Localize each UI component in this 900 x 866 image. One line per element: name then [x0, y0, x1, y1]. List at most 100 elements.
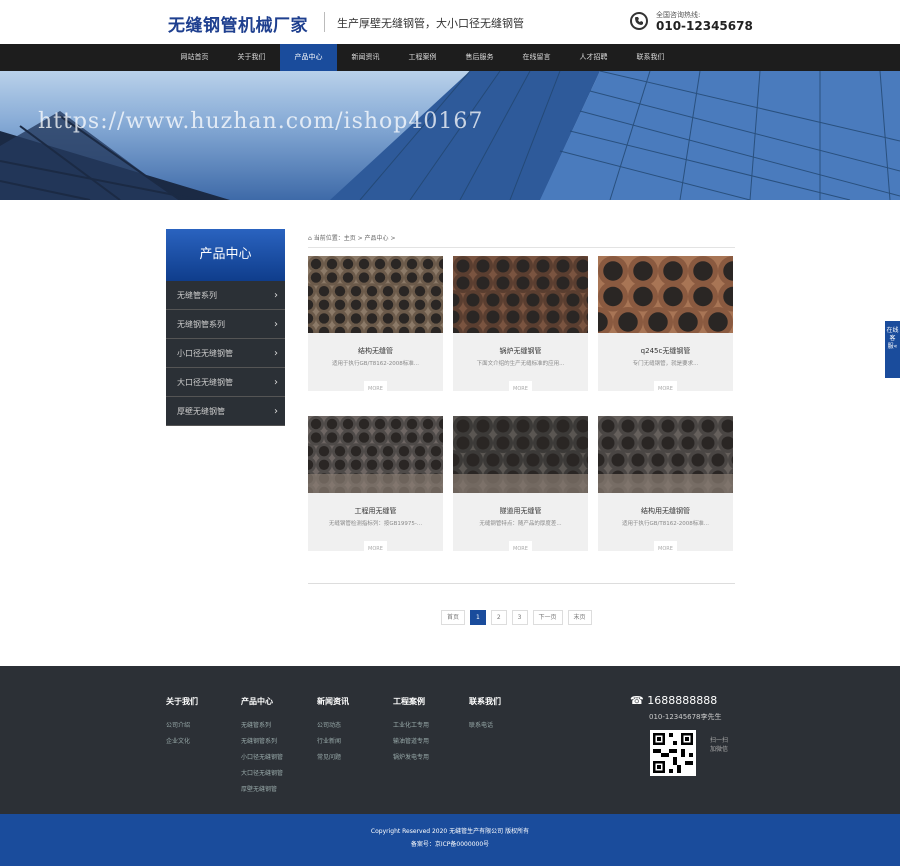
product-card[interactable]: 工程用无缝管无缝钢管检测指标列：按GB19975-... MORE: [308, 416, 443, 558]
footer-link[interactable]: 企业文化: [166, 736, 198, 745]
sidebar-item[interactable]: 厚壁无缝钢管 ›: [166, 397, 285, 426]
product-image[interactable]: [598, 416, 733, 493]
product-name[interactable]: 工程用无缝管: [308, 506, 443, 516]
footer-contact: 010-12345678李先生: [649, 713, 722, 721]
product-image[interactable]: [453, 416, 588, 493]
product-card[interactable]: q245c无缝钢管专门无缝钢管，就是要求... MORE: [598, 256, 733, 398]
product-desc: 专门无缝钢管，就是要求...: [632, 361, 699, 367]
product-card[interactable]: 结构无缝管适用于执行GB/T8162-2008标准... MORE: [308, 256, 443, 398]
pager-page[interactable]: 1: [470, 610, 486, 625]
product-name[interactable]: 隧道用无缝管: [453, 506, 588, 516]
nav-item[interactable]: 新闻资讯: [337, 44, 394, 71]
logo-title[interactable]: 无缝钢管机械厂家: [168, 11, 308, 36]
site-footer: 关于我们 公司介绍 企业文化 产品中心 无缝管系列 无缝钢管系列 小口径无缝钢管 大口径无缝钢…: [0, 666, 900, 814]
more-button[interactable]: MORE: [654, 381, 677, 398]
more-button[interactable]: MORE: [654, 541, 677, 558]
pager-next[interactable]: 下一页: [532, 610, 563, 625]
more-button[interactable]: MORE: [509, 541, 532, 558]
pagination: 首页 1 2 3 下一页 末页: [441, 610, 592, 625]
product-name[interactable]: q245c无缝钢管: [598, 346, 733, 356]
logo-divider: [324, 12, 325, 32]
sidebar-item[interactable]: 无缝钢管系列 ›: [166, 310, 285, 339]
list-divider: [308, 583, 735, 584]
product-desc: 适用于执行GB/T8162-2008标准...: [332, 361, 419, 367]
product-card[interactable]: 结构用无缝钢管适用于执行GB/T8162-2008标准... MORE: [598, 416, 733, 558]
nav-item[interactable]: 网站首页: [166, 44, 223, 71]
nav-item[interactable]: 联系我们: [622, 44, 679, 71]
footer-column: 新闻资讯公司动态行业新闻常见问题: [317, 696, 349, 768]
product-image[interactable]: [308, 416, 443, 493]
product-image[interactable]: [308, 256, 443, 333]
chevron-right-icon: ›: [274, 290, 278, 301]
product-name[interactable]: 结构无缝管: [308, 346, 443, 356]
pager-first[interactable]: 首页: [441, 610, 466, 625]
building-illustration: [0, 71, 900, 200]
product-card[interactable]: 隧道用无缝管 无缝钢管特点：随产品的厚度差... MORE: [453, 416, 588, 558]
product-card[interactable]: 锅炉无缝钢管 下面文介绍的生产无缝标准的应用... MORE: [453, 256, 588, 398]
footer-link[interactable]: 公司介绍: [166, 720, 198, 729]
main-content: 产品中心 无缝管系列 › 无缝钢管系列 › 小口径无缝钢管 › 大口径无缝钢管 › 厚壁无缝钢管…: [0, 200, 900, 666]
footer-column-title: 联系我们: [469, 697, 501, 706]
sidebar-item[interactable]: 无缝管系列 ›: [166, 281, 285, 310]
nav-item[interactable]: 产品中心: [280, 44, 337, 71]
footer-column: 联系我们 联系电话: [469, 696, 501, 736]
footer-column-title: 产品中心: [241, 697, 273, 706]
nav-item[interactable]: 人才招聘: [565, 44, 622, 71]
footer-link[interactable]: 行业新闻: [317, 736, 349, 745]
product-sidebar: 产品中心 无缝管系列 › 无缝钢管系列 › 小口径无缝钢管 › 大口径无缝钢管 › 厚壁无缝钢管…: [166, 229, 285, 426]
footer-phone: ☎ 1688888888: [630, 694, 718, 707]
product-desc: 适用于执行GB/T8162-2008标准...: [622, 521, 709, 527]
scan-wechat-text: 扫一扫 加微信: [710, 737, 729, 753]
more-button[interactable]: MORE: [509, 381, 532, 398]
footer-column: 工程案例工业化工专用 输油管道专用 锅炉发电专用: [393, 696, 429, 768]
sidebar-item[interactable]: 小口径无缝钢管 ›: [166, 339, 285, 368]
pager-page[interactable]: 3: [511, 610, 528, 625]
footer-column-title: 工程案例: [393, 697, 425, 706]
nav-item[interactable]: 在线留言: [508, 44, 565, 71]
footer-link[interactable]: 小口径无缝钢管: [241, 752, 283, 761]
copyright-bar: Copyright Reserved 2020 无缝管生产有限公司 版权所有 备…: [0, 814, 900, 866]
nav-item[interactable]: 工程案例: [394, 44, 451, 71]
main-nav: 网站首页 关于我们 产品中心 新闻资讯 工程案例 售后服务 在线留言 人才招聘 联系我们: [0, 44, 900, 71]
footer-link[interactable]: 公司动态: [317, 720, 349, 729]
footer-link[interactable]: 锅炉发电专用: [393, 752, 429, 761]
sidebar-item-label: 大口径无缝钢管: [177, 378, 233, 387]
footer-link[interactable]: 无缝管系列: [241, 720, 283, 729]
product-desc: 无缝钢管检测指标列：按GB19975-...: [328, 521, 423, 527]
footer-link[interactable]: 工业化工专用: [393, 720, 429, 729]
icp-line[interactable]: 备案号：京ICP备0000000号: [0, 838, 900, 851]
copyright-line: Copyright Reserved 2020 无缝管生产有限公司 版权所有: [370, 828, 530, 835]
phone-icon: [630, 12, 648, 30]
sidebar-item-label: 无缝钢管系列: [177, 320, 225, 329]
site-header: 无缝钢管机械厂家 生产厚壁无缝钢管，大小口径无缝钢管 全国咨询热线: 010-1…: [0, 0, 900, 44]
footer-phone-number: 1688888888: [647, 694, 718, 707]
footer-link[interactable]: 输油管道专用: [393, 736, 429, 745]
sidebar-title: 产品中心: [166, 229, 285, 281]
hotline-number: 010-12345678: [656, 19, 753, 33]
product-name[interactable]: 结构用无缝钢管: [598, 506, 733, 516]
sidebar-item-label: 小口径无缝钢管: [177, 349, 233, 358]
breadcrumb-text[interactable]: 当前位置：主页 > 产品中心 >: [314, 235, 396, 242]
footer-column: 关于我们 公司介绍 企业文化: [166, 696, 198, 752]
footer-link[interactable]: 常见问题: [317, 752, 349, 761]
pager-last[interactable]: 末页: [567, 610, 592, 625]
qr-code: [650, 730, 696, 776]
pager-page[interactable]: 2: [490, 610, 507, 625]
more-button[interactable]: MORE: [364, 381, 387, 398]
product-image[interactable]: [453, 256, 588, 333]
nav-item[interactable]: 售后服务: [451, 44, 508, 71]
footer-column-title: 新闻资讯: [317, 697, 349, 706]
more-button[interactable]: MORE: [364, 541, 387, 558]
product-image[interactable]: [598, 256, 733, 333]
footer-link[interactable]: 厚壁无缝钢管: [241, 784, 283, 793]
online-service-tab[interactable]: 在线客服«: [885, 321, 900, 378]
footer-link[interactable]: 无缝钢管系列: [241, 736, 283, 745]
slogan: 生产厚壁无缝钢管，大小口径无缝钢管: [337, 17, 524, 30]
footer-link[interactable]: 大口径无缝钢管: [241, 768, 283, 777]
nav-item[interactable]: 关于我们: [223, 44, 280, 71]
product-name[interactable]: 锅炉无缝钢管: [453, 346, 588, 356]
chevron-right-icon: ›: [274, 319, 278, 330]
chevron-right-icon: ›: [274, 406, 278, 417]
sidebar-item[interactable]: 大口径无缝钢管 ›: [166, 368, 285, 397]
footer-link[interactable]: 联系电话: [469, 720, 501, 729]
